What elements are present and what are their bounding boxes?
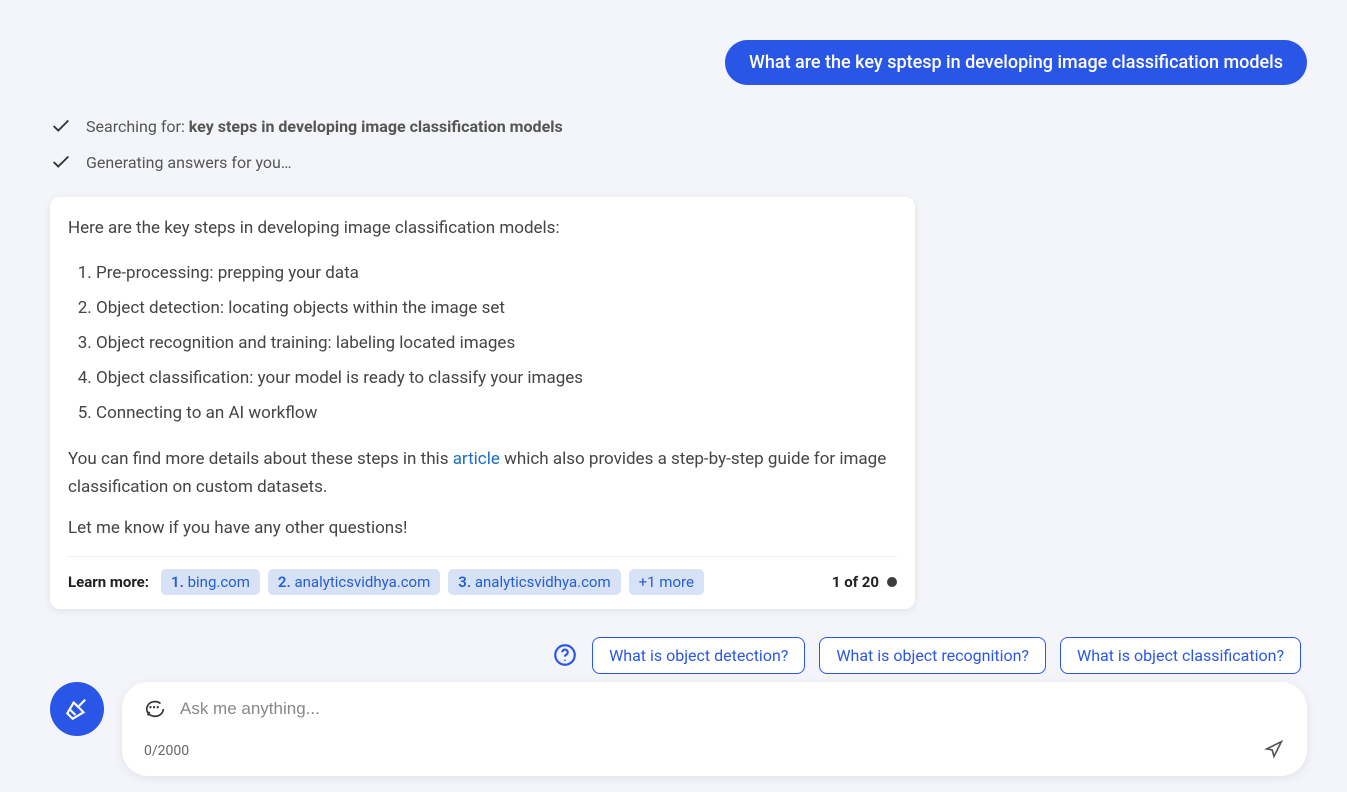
response-intro: Here are the key steps in developing ima…	[68, 215, 897, 242]
suggestion-chip[interactable]: What is object classification?	[1060, 637, 1301, 674]
source-host: bing.com	[188, 573, 250, 591]
user-message-bubble: What are the key sptesp in developing im…	[725, 40, 1307, 85]
article-link[interactable]: article	[453, 449, 500, 469]
response-closing: Let me know if you have any other questi…	[68, 515, 897, 542]
searching-text: Searching for: key steps in developing i…	[86, 117, 563, 136]
suggestion-chip[interactable]: What is object detection?	[592, 637, 805, 674]
learn-more-row: Learn more: 1. bing.com 2. analyticsvidh…	[68, 556, 897, 609]
chat-icon	[144, 698, 166, 720]
response-step: Object classification: your model is rea…	[96, 361, 897, 396]
response-step: Object detection: locating objects withi…	[96, 291, 897, 326]
suggestion-chip[interactable]: What is object recognition?	[819, 637, 1046, 674]
bottom-bar: 0/2000	[50, 682, 1307, 776]
check-icon	[50, 115, 72, 137]
response-step: Connecting to an AI workflow	[96, 396, 897, 431]
learn-source-chip[interactable]: 2. analyticsvidhya.com	[268, 569, 440, 595]
source-number: 1.	[171, 573, 184, 591]
learn-more-label: Learn more:	[68, 573, 149, 591]
learn-source-more-chip[interactable]: +1 more	[629, 569, 704, 595]
searching-prefix: Searching for:	[86, 117, 189, 136]
response-card: Here are the key steps in developing ima…	[50, 197, 915, 609]
response-steps-list: Pre-processing: prepping your data Objec…	[68, 256, 897, 430]
suggestions-row: What is object detection? What is object…	[50, 637, 1307, 674]
response-more-before: You can find more details about these st…	[68, 449, 453, 469]
learn-source-chip[interactable]: 3. analyticsvidhya.com	[448, 569, 620, 595]
chat-input-card: 0/2000	[122, 682, 1307, 776]
source-number: 3.	[458, 573, 471, 591]
response-step: Object recognition and training: labelin…	[96, 326, 897, 361]
broom-icon	[64, 696, 90, 722]
char-counter: 0/2000	[144, 743, 189, 759]
send-button[interactable]	[1263, 738, 1285, 764]
help-icon[interactable]	[552, 642, 578, 668]
message-counter: 1 of 20	[832, 573, 897, 591]
response-step: Pre-processing: prepping your data	[96, 256, 897, 291]
generating-text: Generating answers for you…	[86, 153, 292, 172]
new-topic-button[interactable]	[50, 682, 104, 736]
learn-source-chip[interactable]: 1. bing.com	[161, 569, 260, 595]
status-generating: Generating answers for you…	[50, 151, 1307, 173]
counter-text: 1 of 20	[832, 573, 879, 591]
send-icon	[1263, 738, 1285, 760]
source-host: analyticsvidhya.com	[475, 573, 611, 591]
chat-input[interactable]	[180, 699, 1285, 719]
response-more: You can find more details about these st…	[68, 446, 897, 500]
source-host: analyticsvidhya.com	[294, 573, 430, 591]
user-message-row: What are the key sptesp in developing im…	[50, 40, 1307, 85]
source-number: 2.	[278, 573, 291, 591]
counter-dot-icon	[887, 577, 897, 587]
check-icon	[50, 151, 72, 173]
response-body: Here are the key steps in developing ima…	[68, 215, 897, 542]
searching-query: key steps in developing image classifica…	[189, 117, 563, 136]
status-searching: Searching for: key steps in developing i…	[50, 115, 1307, 137]
